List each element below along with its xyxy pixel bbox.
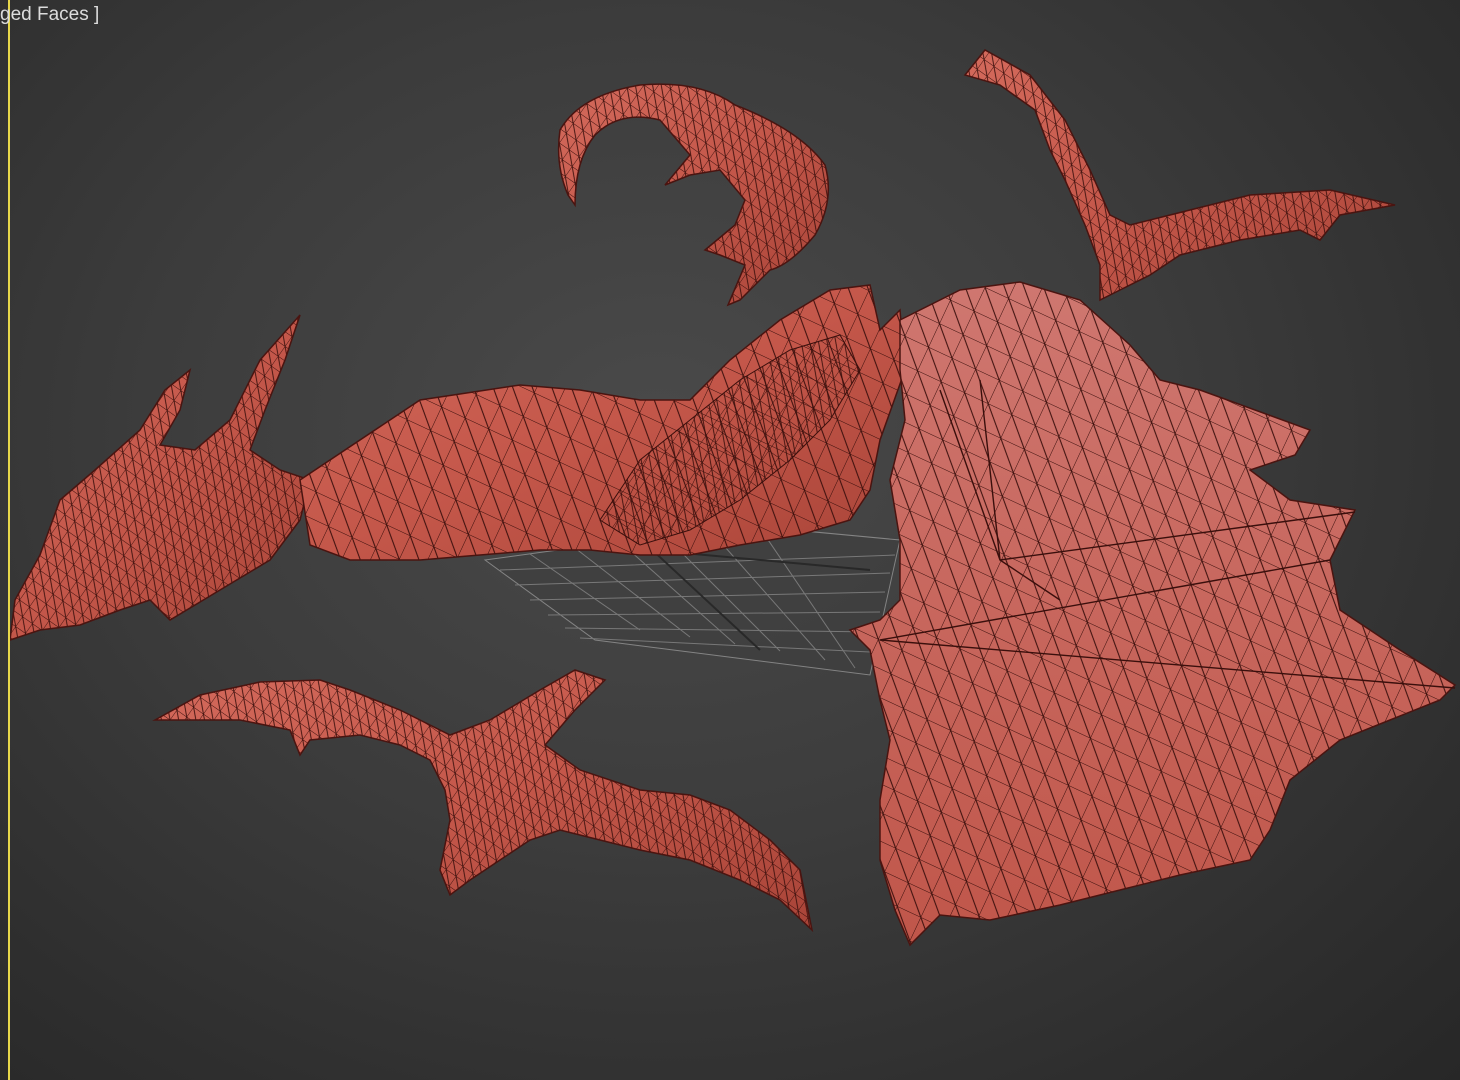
scene-canvas[interactable] xyxy=(0,0,1460,1080)
viewport-shading-label[interactable]: ged Faces ] xyxy=(0,4,99,26)
dragon-mesh-top-right[interactable] xyxy=(963,49,1396,302)
active-viewport-border xyxy=(8,0,10,1080)
dragon-mesh-left[interactable] xyxy=(9,314,311,642)
dragon-mesh-bottom[interactable] xyxy=(152,669,814,933)
dragon-mesh-top-center[interactable] xyxy=(557,83,830,307)
dragon-mesh-right-wing[interactable] xyxy=(848,281,1457,947)
dragon-mesh-center-body[interactable] xyxy=(299,284,906,561)
viewport-3d[interactable]: ged Faces ] xyxy=(0,0,1460,1080)
